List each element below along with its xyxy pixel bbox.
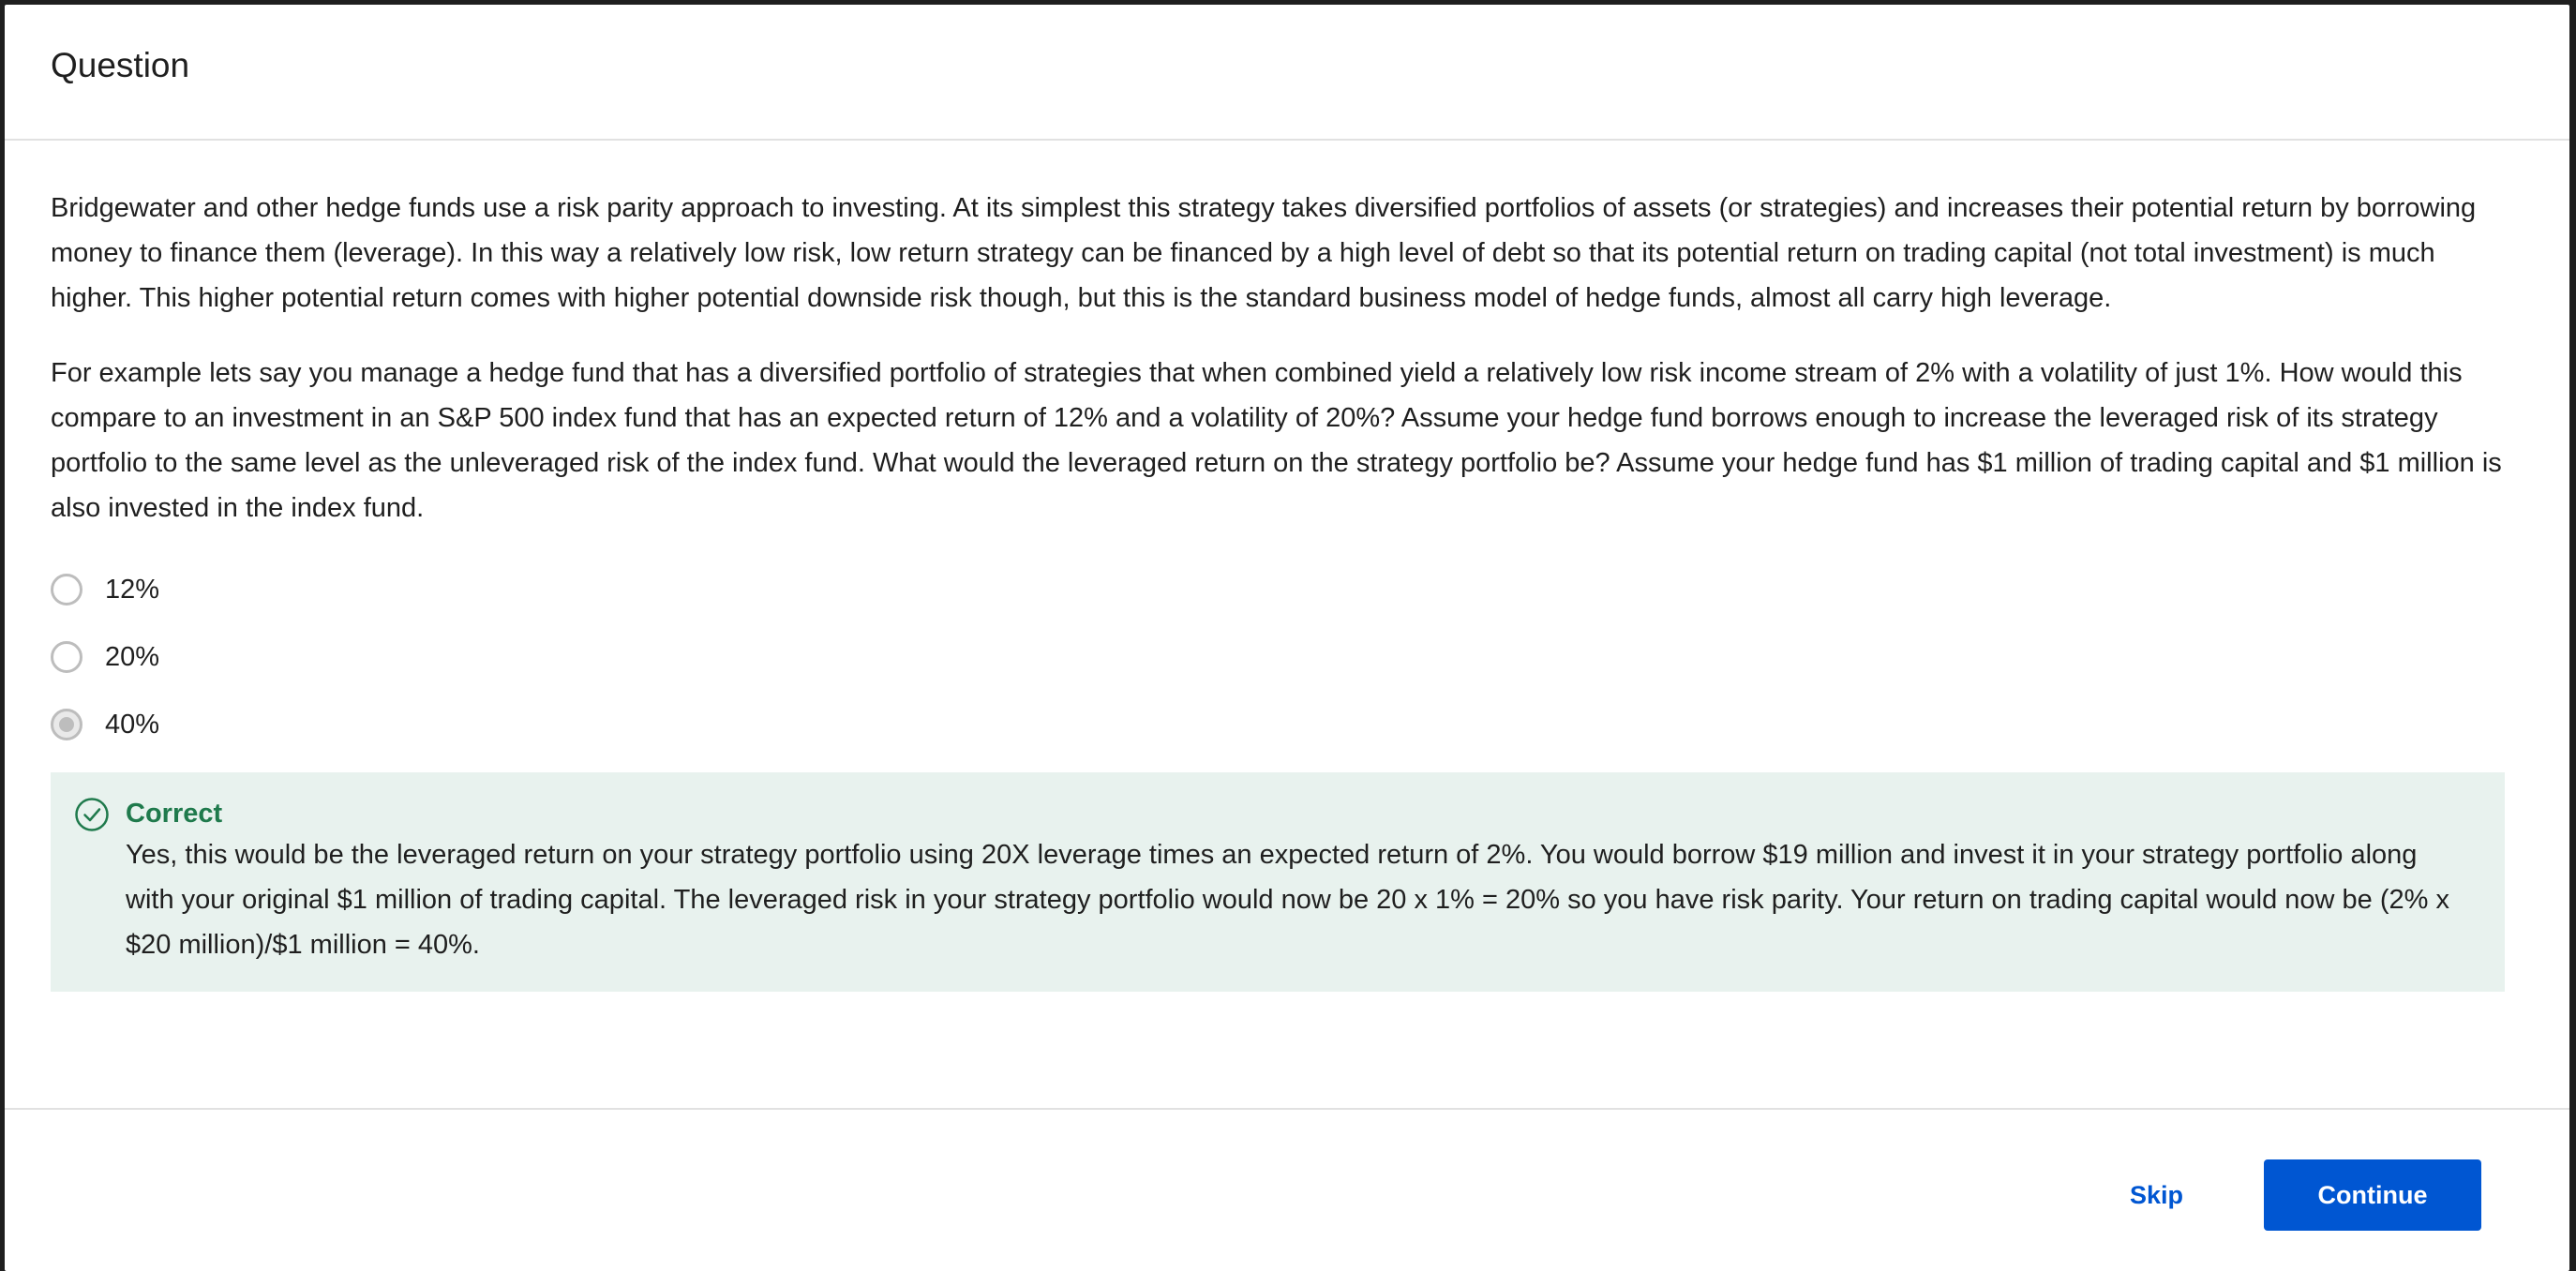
feedback-content: Correct Yes, this would be the leveraged… (126, 795, 2467, 967)
modal-footer: Skip Continue (5, 1108, 2569, 1271)
answer-option-20[interactable]: 20% (51, 637, 2502, 677)
answer-option-40[interactable]: 40% (51, 705, 2502, 744)
question-modal: Question Bridgewater and other hedge fun… (5, 5, 2569, 1271)
modal-header: Question (5, 5, 2569, 141)
check-circle-icon (75, 798, 109, 831)
window-edge (2569, 0, 2576, 1271)
question-paragraph-2: For example lets say you manage a hedge … (51, 358, 2502, 523)
option-label: 20% (105, 641, 160, 672)
radio-button-selected-icon[interactable] (51, 709, 82, 740)
question-paragraph-1: Bridgewater and other hedge funds use a … (51, 193, 2477, 313)
radio-button-icon[interactable] (51, 574, 82, 606)
modal-body: Bridgewater and other hedge funds use a … (5, 141, 2569, 992)
skip-button[interactable]: Skip (2120, 1172, 2193, 1219)
radio-button-icon[interactable] (51, 641, 82, 673)
continue-button[interactable]: Continue (2264, 1159, 2481, 1231)
option-label: 12% (105, 574, 160, 605)
option-label: 40% (105, 709, 160, 740)
feedback-status: Correct (126, 799, 223, 829)
answer-option-12[interactable]: 12% (51, 570, 2502, 609)
feedback-explanation: Yes, this would be the leveraged return … (126, 840, 2449, 960)
modal-title: Question (51, 45, 190, 84)
feedback-panel: Correct Yes, this would be the leveraged… (51, 772, 2505, 992)
answer-options: 12% 20% 40% (51, 570, 2502, 744)
